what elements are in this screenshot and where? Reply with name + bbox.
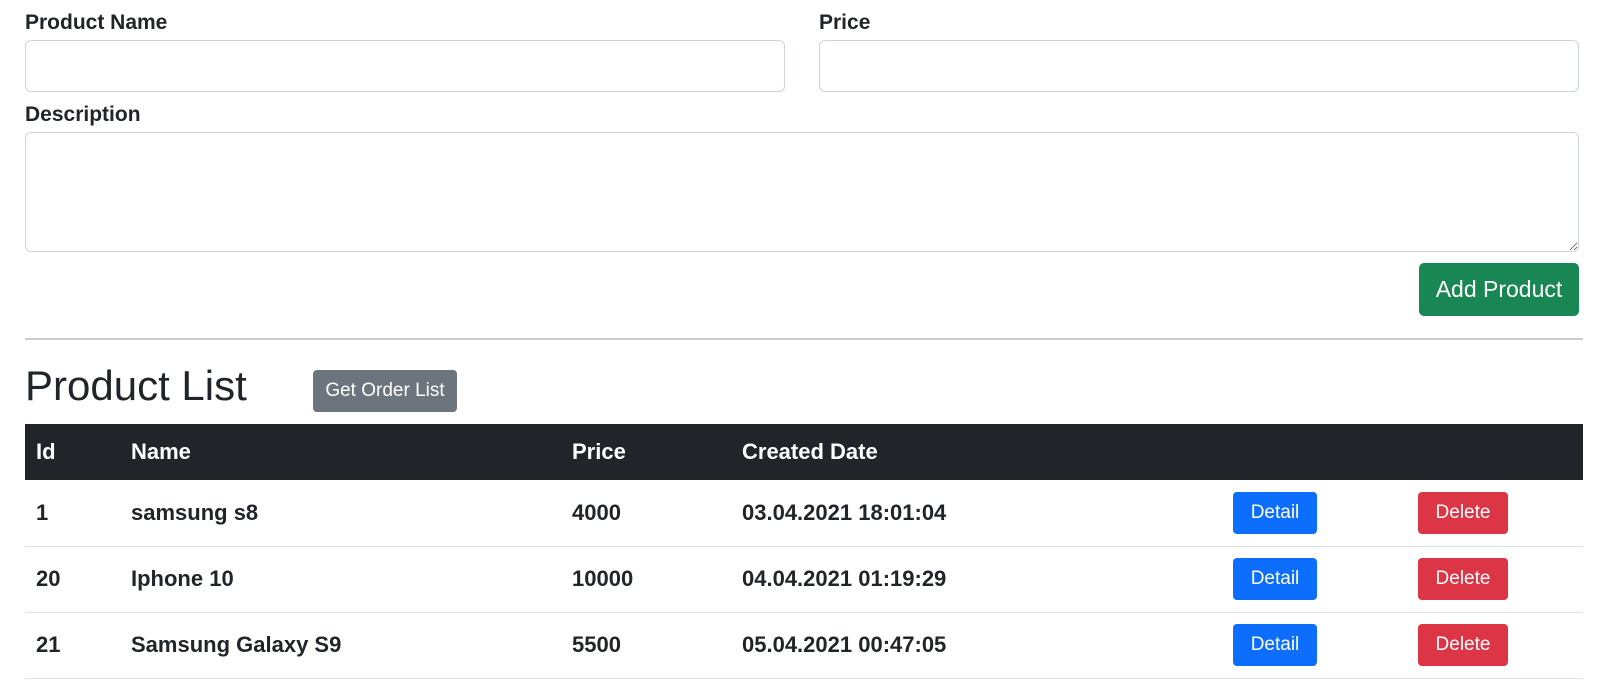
divider <box>25 338 1583 340</box>
product-name-label: Product Name <box>25 11 168 34</box>
price-input[interactable] <box>819 40 1579 92</box>
cell-name: Iphone 10 <box>131 566 234 591</box>
delete-button[interactable]: Delete <box>1418 558 1508 600</box>
cell-delete: Delete <box>1417 480 1583 546</box>
detail-button[interactable]: Detail <box>1233 624 1317 666</box>
description-label: Description <box>25 103 141 126</box>
column-header-detail <box>1224 424 1417 480</box>
table-header-row: Id Name Price Created Date <box>25 424 1583 480</box>
cell-id: 20 <box>36 566 61 591</box>
column-header-created-date: Created Date <box>742 439 878 464</box>
table-row: 20 Iphone 10 10000 04.04.2021 01:19:29 D… <box>25 546 1583 612</box>
column-header-delete <box>1417 424 1583 480</box>
cell-detail: Detail <box>1224 546 1417 612</box>
delete-button[interactable]: Delete <box>1418 624 1508 666</box>
detail-button[interactable]: Detail <box>1233 491 1317 534</box>
add-product-button[interactable]: Add Product <box>1419 263 1579 316</box>
cell-id: 1 <box>36 499 49 525</box>
cell-price: 10000 <box>572 566 634 591</box>
column-header-price: Price <box>572 439 626 464</box>
description-textarea[interactable] <box>25 132 1579 252</box>
page: Product Name Price Description Add Produ… <box>0 0 1606 695</box>
cell-created-date: 05.04.2021 00:47:05 <box>742 632 947 657</box>
cell-created-date: 04.04.2021 01:19:29 <box>742 566 947 591</box>
price-label: Price <box>819 11 871 34</box>
cell-id: 21 <box>36 632 61 657</box>
cell-name: samsung s8 <box>131 499 259 525</box>
cell-delete: Delete <box>1417 546 1583 612</box>
detail-button[interactable]: Detail <box>1233 558 1317 600</box>
cell-created-date: 03.04.2021 18:01:04 <box>742 499 947 525</box>
column-header-name: Name <box>131 439 191 464</box>
cell-price: 4000 <box>572 499 621 525</box>
cell-delete: Delete <box>1417 612 1583 678</box>
table-row: 21 Samsung Galaxy S9 5500 05.04.2021 00:… <box>25 612 1583 678</box>
get-order-list-button[interactable]: Get Order List <box>313 370 457 412</box>
cell-detail: Detail <box>1224 612 1417 678</box>
table-row: 1 samsung s8 4000 03.04.2021 18:01:04 De… <box>25 480 1583 546</box>
product-name-input[interactable] <box>25 40 785 92</box>
cell-price: 5500 <box>572 632 621 657</box>
product-list-title: Product List <box>25 362 247 409</box>
delete-button[interactable]: Delete <box>1418 491 1508 534</box>
product-table: Id Name Price Created Date 1 samsung s8 … <box>25 424 1583 679</box>
cell-name: Samsung Galaxy S9 <box>131 632 342 657</box>
column-header-id: Id <box>36 439 56 464</box>
cell-detail: Detail <box>1224 480 1417 546</box>
